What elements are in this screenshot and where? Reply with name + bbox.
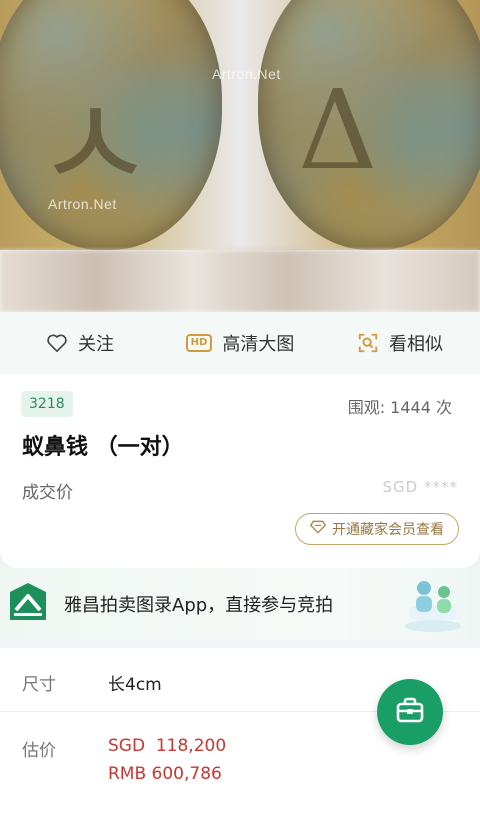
lot-number-badge: 3218: [21, 391, 73, 417]
app-promo-banner[interactable]: 雅昌拍卖图录App，直接参与竞拍: [0, 568, 480, 640]
view-count: 围观: 1444 次: [347, 398, 452, 417]
hd-icon: HD: [185, 334, 213, 352]
similar-button[interactable]: 看相似: [320, 330, 480, 356]
estimate-sgd: SGD 118,200: [108, 736, 227, 756]
heart-icon: [46, 333, 68, 353]
estimate-label: 估价: [22, 741, 56, 761]
size-label: 尺寸: [22, 675, 56, 695]
coin-inscription-left: ㅅ: [35, 69, 155, 221]
follow-button[interactable]: 关注: [0, 330, 160, 356]
coin-image-left: ㅅ: [0, 0, 222, 250]
similar-label: 看相似: [389, 334, 443, 355]
briefcase-icon: [395, 696, 425, 728]
image-thumbnail-strip: [0, 250, 480, 312]
auction-app-logo-icon: [6, 580, 50, 630]
action-bar: 关注 HD 高清大图 看相似: [0, 312, 480, 374]
estimate-rmb: RMB 600,786: [108, 764, 222, 784]
lot-title: 蚁鼻钱 （一对）: [22, 435, 184, 460]
app-promo-text: 雅昌拍卖图录App，直接参与竞拍: [64, 595, 334, 616]
diamond-icon: [310, 520, 326, 538]
scan-search-icon: [357, 332, 379, 354]
hd-image-label: 高清大图: [222, 334, 295, 355]
watermark: Artron.Net: [212, 66, 281, 82]
lot-info-card: 关注 HD 高清大图 看相似 3218 围观: 1444 次 蚁鼻钱 （一对） …: [0, 312, 480, 568]
lot-image[interactable]: ㅅ Δ Artron.Net Artron.Net: [0, 0, 480, 250]
sold-price-label: 成交价: [22, 483, 73, 503]
follow-label: 关注: [78, 334, 114, 355]
watermark: Artron.Net: [48, 196, 117, 212]
vip-unlock-label: 开通藏家会员查看: [332, 522, 444, 538]
coin-inscription-right: Δ: [298, 66, 378, 194]
size-value: 长4cm: [108, 675, 162, 695]
sold-price-hidden: SGD ****: [382, 478, 458, 496]
people-illustration-icon: [402, 576, 464, 638]
hd-image-button[interactable]: HD 高清大图: [160, 330, 320, 356]
briefcase-fab-button[interactable]: [377, 679, 443, 745]
coin-image-right: Δ: [258, 0, 480, 250]
vip-unlock-button[interactable]: 开通藏家会员查看: [295, 513, 459, 545]
